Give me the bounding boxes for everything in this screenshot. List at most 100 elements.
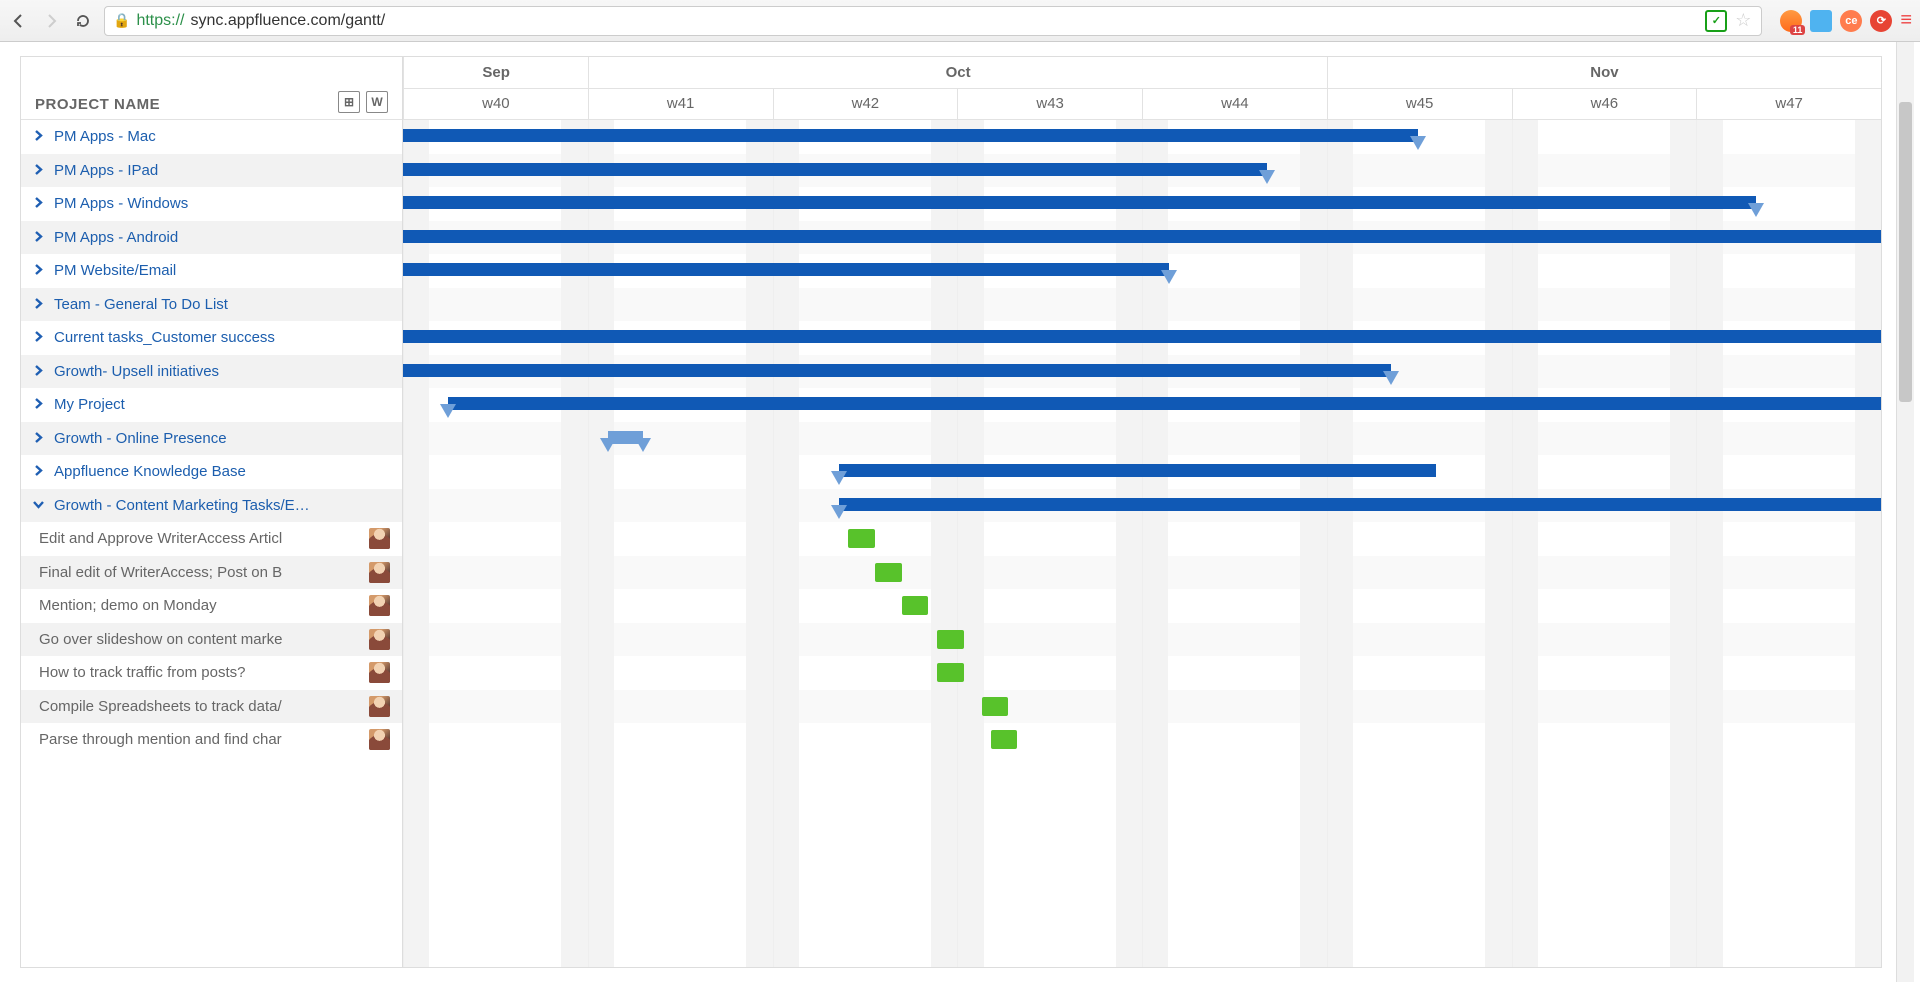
chevron-right-icon[interactable] bbox=[33, 329, 44, 346]
project-row[interactable]: Appfluence Knowledge Base bbox=[21, 455, 402, 489]
chevron-right-icon[interactable] bbox=[33, 128, 44, 145]
lock-icon: 🔒 bbox=[113, 12, 130, 29]
task-row[interactable]: Parse through mention and find char bbox=[21, 723, 402, 757]
chevron-right-icon[interactable] bbox=[33, 296, 44, 313]
avatar[interactable] bbox=[369, 629, 390, 650]
project-row[interactable]: Growth- Upsell initiatives bbox=[21, 355, 402, 389]
back-button[interactable] bbox=[8, 10, 30, 32]
milestone-icon[interactable] bbox=[1748, 203, 1764, 217]
project-row[interactable]: Growth - Content Marketing Tasks/E… bbox=[21, 489, 402, 523]
stumbleupon-extension-icon[interactable]: ⟳ bbox=[1870, 10, 1892, 32]
project-list-header: PROJECT NAME ⊞ W bbox=[21, 57, 402, 120]
project-label[interactable]: My Project bbox=[54, 396, 125, 413]
gantt-bar[interactable] bbox=[982, 697, 1009, 716]
forward-button[interactable] bbox=[40, 10, 62, 32]
gantt-bar[interactable] bbox=[839, 498, 1881, 511]
wot-extension-icon[interactable]: ✓ bbox=[1705, 10, 1727, 32]
milestone-icon[interactable] bbox=[440, 404, 456, 418]
reload-button[interactable] bbox=[72, 10, 94, 32]
project-row[interactable]: PM Website/Email bbox=[21, 254, 402, 288]
avatar[interactable] bbox=[369, 729, 390, 750]
avatar[interactable] bbox=[369, 562, 390, 583]
gantt-bar[interactable] bbox=[448, 397, 1881, 410]
browser-menu-icon[interactable]: ≡ bbox=[1900, 9, 1912, 32]
task-row[interactable]: Mention; demo on Monday bbox=[21, 589, 402, 623]
project-label[interactable]: Appfluence Knowledge Base bbox=[54, 463, 246, 480]
gantt-bar[interactable] bbox=[403, 196, 1756, 209]
avatar[interactable] bbox=[369, 528, 390, 549]
project-label[interactable]: PM Website/Email bbox=[54, 262, 176, 279]
project-label[interactable]: Team - General To Do List bbox=[54, 296, 228, 313]
export-word-icon[interactable]: W bbox=[366, 91, 388, 113]
project-label[interactable]: Growth- Upsell initiatives bbox=[54, 363, 219, 380]
milestone-icon[interactable] bbox=[1161, 270, 1177, 284]
task-row[interactable]: Compile Spreadsheets to track data/ bbox=[21, 690, 402, 724]
project-label[interactable]: PM Apps - Mac bbox=[54, 128, 156, 145]
gantt-bar[interactable] bbox=[403, 263, 1169, 276]
gantt-bar[interactable] bbox=[403, 230, 1881, 243]
url-protocol: https:// bbox=[136, 12, 184, 30]
project-label[interactable]: PM Apps - Android bbox=[54, 229, 178, 246]
milestone-icon[interactable] bbox=[1410, 136, 1426, 150]
page-scrollbar[interactable] bbox=[1896, 42, 1914, 982]
project-row[interactable]: PM Apps - Android bbox=[21, 221, 402, 255]
gantt-bar[interactable] bbox=[403, 330, 1881, 343]
timeline-panel[interactable]: SepOctNov w40w41w42w43w44w45w46w47 bbox=[403, 57, 1881, 967]
week-header: w47 bbox=[1696, 89, 1881, 121]
chevron-right-icon[interactable] bbox=[33, 430, 44, 447]
url-input[interactable] bbox=[190, 12, 1699, 30]
gantt-bar[interactable] bbox=[403, 163, 1267, 176]
address-bar[interactable]: 🔒 https:// ✓ ☆ bbox=[104, 6, 1762, 36]
project-row[interactable]: PM Apps - Windows bbox=[21, 187, 402, 221]
milestone-icon[interactable] bbox=[831, 471, 847, 485]
milestone-icon[interactable] bbox=[831, 505, 847, 519]
chevron-right-icon[interactable] bbox=[33, 363, 44, 380]
milestone-icon[interactable] bbox=[1383, 371, 1399, 385]
add-project-icon[interactable]: ⊞ bbox=[338, 91, 360, 113]
task-row[interactable]: How to track traffic from posts? bbox=[21, 656, 402, 690]
project-label[interactable]: Growth - Content Marketing Tasks/E… bbox=[54, 497, 310, 514]
chevron-right-icon[interactable] bbox=[33, 162, 44, 179]
bookmark-star-icon[interactable]: ☆ bbox=[1733, 11, 1753, 31]
project-row[interactable]: Current tasks_Customer success bbox=[21, 321, 402, 355]
project-row[interactable]: PM Apps - IPad bbox=[21, 154, 402, 188]
coedit-extension-icon[interactable]: ce bbox=[1840, 10, 1862, 32]
gantt-bar[interactable] bbox=[875, 563, 902, 582]
chevron-right-icon[interactable] bbox=[33, 463, 44, 480]
project-label[interactable]: PM Apps - IPad bbox=[54, 162, 158, 179]
avatar[interactable] bbox=[369, 595, 390, 616]
extension-tray: ce ⟳ ≡ bbox=[1780, 9, 1912, 32]
project-row[interactable]: My Project bbox=[21, 388, 402, 422]
task-row[interactable]: Go over slideshow on content marke bbox=[21, 623, 402, 657]
gantt-bar[interactable] bbox=[937, 630, 964, 649]
project-label[interactable]: Growth - Online Presence bbox=[54, 430, 227, 447]
gantt-bar[interactable] bbox=[403, 129, 1418, 142]
avatar[interactable] bbox=[369, 662, 390, 683]
gantt-bar[interactable] bbox=[991, 730, 1018, 749]
gantt-bar[interactable] bbox=[403, 364, 1391, 377]
gantt-bar[interactable] bbox=[937, 663, 964, 682]
chevron-down-icon[interactable] bbox=[33, 497, 44, 514]
scrollbar-thumb[interactable] bbox=[1899, 102, 1912, 402]
project-label[interactable]: PM Apps - Windows bbox=[54, 195, 188, 212]
gantt-bars-layer bbox=[403, 120, 1881, 757]
project-label[interactable]: Current tasks_Customer success bbox=[54, 329, 275, 346]
milestone-icon[interactable] bbox=[600, 438, 616, 452]
milestone-icon[interactable] bbox=[1259, 170, 1275, 184]
firefox-extension-icon[interactable] bbox=[1780, 10, 1802, 32]
milestone-icon[interactable] bbox=[635, 438, 651, 452]
project-row[interactable]: Growth - Online Presence bbox=[21, 422, 402, 456]
gantt-bar[interactable] bbox=[848, 529, 875, 548]
project-row[interactable]: PM Apps - Mac bbox=[21, 120, 402, 154]
avatar[interactable] bbox=[369, 696, 390, 717]
gantt-bar[interactable] bbox=[839, 464, 1436, 477]
task-row[interactable]: Edit and Approve WriterAccess Articl bbox=[21, 522, 402, 556]
gantt-bar[interactable] bbox=[902, 596, 929, 615]
chevron-right-icon[interactable] bbox=[33, 195, 44, 212]
task-row[interactable]: Final edit of WriterAccess; Post on B bbox=[21, 556, 402, 590]
chevron-right-icon[interactable] bbox=[33, 396, 44, 413]
chevron-right-icon[interactable] bbox=[33, 262, 44, 279]
chevron-right-icon[interactable] bbox=[33, 229, 44, 246]
project-row[interactable]: Team - General To Do List bbox=[21, 288, 402, 322]
blue-extension-icon[interactable] bbox=[1810, 10, 1832, 32]
